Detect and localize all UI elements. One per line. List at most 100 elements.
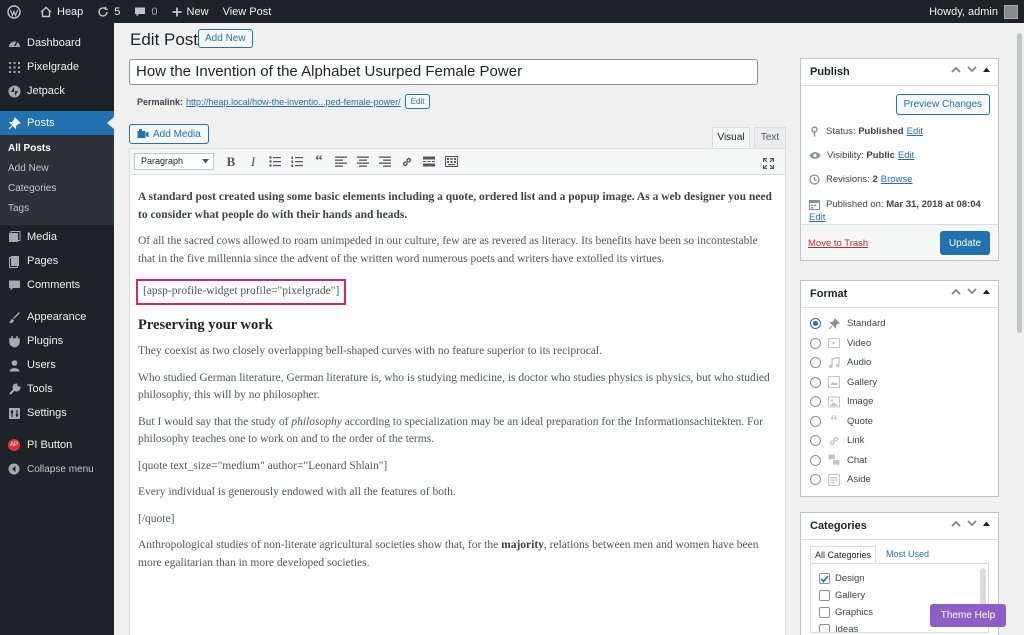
numbered-list-button[interactable]: [286, 152, 308, 172]
align-right-button[interactable]: [374, 152, 396, 172]
category-item-design[interactable]: Design: [819, 570, 988, 587]
category-checkbox[interactable]: [819, 590, 830, 601]
submenu-add-new[interactable]: Add New: [0, 159, 114, 179]
bold-text: majority: [501, 539, 544, 551]
editor-content[interactable]: A standard post created using some basic…: [130, 189, 785, 572]
updates-link[interactable]: 5: [90, 0, 127, 23]
keyboard-icon: [444, 156, 458, 167]
category-checkbox[interactable]: [819, 624, 830, 632]
new-content-link[interactable]: New: [165, 0, 216, 23]
pages-icon: [7, 254, 21, 268]
box-controls: [945, 520, 990, 527]
category-label: Gallery: [835, 590, 866, 601]
post-editor: Paragraph B I “ A standard post created …: [129, 148, 786, 635]
distraction-free-button[interactable]: [757, 153, 779, 173]
sidebar-item-pages[interactable]: Pages: [0, 249, 114, 273]
sidebar-item-media[interactable]: Media: [0, 225, 114, 249]
pin-icon: [7, 116, 21, 130]
scrollbar-thumb[interactable]: [1017, 33, 1022, 333]
sidebar-item-comments[interactable]: Comments: [0, 273, 114, 297]
submenu-categories[interactable]: Categories: [0, 179, 114, 199]
submenu-all-posts[interactable]: All Posts: [0, 139, 114, 159]
format-radio[interactable]: [810, 396, 821, 408]
sidebar-item-jetpack[interactable]: Jetpack: [0, 79, 114, 103]
add-media-button[interactable]: Add Media: [129, 124, 209, 144]
move-up-button[interactable]: [951, 520, 961, 527]
sidebar-item-settings[interactable]: Settings: [0, 401, 114, 425]
insert-link-button[interactable]: [396, 152, 418, 172]
format-option-chat[interactable]: Chat: [810, 451, 998, 471]
submenu-tags[interactable]: Tags: [0, 199, 114, 219]
category-checkbox[interactable]: [819, 573, 830, 584]
sidebar-item-plugins[interactable]: Plugins: [0, 329, 114, 353]
toggle-panel-button[interactable]: [983, 521, 990, 526]
move-down-button[interactable]: [967, 520, 977, 527]
format-radio[interactable]: [810, 337, 821, 349]
read-more-button[interactable]: [418, 152, 440, 172]
preview-changes-button[interactable]: Preview Changes: [895, 94, 990, 115]
published-edit-link[interactable]: Edit: [809, 211, 994, 224]
move-to-trash-link[interactable]: Move to Trash: [808, 238, 868, 249]
site-name-link[interactable]: Heap: [33, 0, 90, 23]
format-radio[interactable]: [810, 357, 821, 369]
format-option-audio[interactable]: Audio: [810, 353, 998, 373]
status-edit-link[interactable]: Edit: [907, 126, 923, 137]
sidebar-item-posts[interactable]: Posts: [0, 111, 114, 135]
sidebar-item-tools[interactable]: Tools: [0, 377, 114, 401]
move-down-button[interactable]: [967, 66, 977, 73]
bold-button[interactable]: B: [220, 152, 242, 172]
align-left-button[interactable]: [330, 152, 352, 172]
tab-visual[interactable]: Visual: [712, 127, 750, 148]
format-radio[interactable]: [810, 474, 821, 486]
collapse-menu-button[interactable]: Collapse menu: [0, 457, 114, 481]
format-option-standard[interactable]: Standard: [810, 314, 998, 334]
theme-help-button[interactable]: Theme Help: [930, 604, 1006, 627]
tab-all-categories[interactable]: All Categories: [810, 546, 877, 563]
format-option-video[interactable]: Video: [810, 334, 998, 354]
permalink-link[interactable]: http://heap.local/how-the-inventio...ped…: [186, 97, 401, 107]
paragraph-format-select[interactable]: Paragraph: [134, 153, 214, 170]
permalink-edit-button[interactable]: Edit: [404, 94, 431, 109]
update-button[interactable]: Update: [940, 231, 990, 255]
format-radio[interactable]: [810, 318, 821, 330]
format-radio[interactable]: [810, 376, 821, 388]
sidebar-item-appearance[interactable]: Appearance: [0, 305, 114, 329]
tab-text[interactable]: Text: [754, 127, 786, 148]
format-radio[interactable]: [810, 454, 821, 466]
sidebar-item-users[interactable]: Users: [0, 353, 114, 377]
tab-most-used[interactable]: Most Used: [882, 546, 933, 563]
format-option-link[interactable]: Link: [810, 431, 998, 451]
toggle-panel-button[interactable]: [983, 67, 990, 72]
format-radio[interactable]: [810, 415, 821, 427]
sidebar-item-dashboard[interactable]: Dashboard: [0, 31, 114, 55]
visibility-edit-link[interactable]: Edit: [898, 150, 914, 161]
format-option-aside[interactable]: Aside: [810, 470, 998, 490]
toolbar-toggle-button[interactable]: [440, 152, 462, 172]
category-item-gallery[interactable]: Gallery: [819, 587, 988, 604]
blockquote-button[interactable]: “: [308, 152, 330, 172]
move-down-button[interactable]: [967, 288, 977, 295]
sidebar-item-pixelgrade[interactable]: Pixelgrade: [0, 55, 114, 79]
align-center-button[interactable]: [352, 152, 374, 172]
wp-logo-button[interactable]: [0, 0, 33, 23]
format-option-image[interactable]: Image: [810, 392, 998, 412]
italic-button[interactable]: I: [242, 152, 264, 172]
account-menu[interactable]: Howdy, admin: [929, 4, 1024, 19]
format-radio[interactable]: [810, 435, 821, 447]
sidebar-item-pi-button[interactable]: AP PI Button: [0, 433, 114, 457]
sidebar-item-label: Comments: [27, 279, 81, 291]
comments-link[interactable]: 0: [127, 0, 164, 23]
category-checkbox[interactable]: [819, 607, 830, 618]
format-option-quote[interactable]: “ Quote: [810, 412, 998, 432]
bullet-list-button[interactable]: [264, 152, 286, 172]
page-scrollbar[interactable]: [1015, 23, 1024, 635]
toggle-panel-button[interactable]: [983, 289, 990, 294]
chevron-down-icon: [967, 288, 977, 295]
format-option-gallery[interactable]: Gallery: [810, 373, 998, 393]
view-post-link[interactable]: View Post: [216, 0, 279, 23]
add-new-button[interactable]: Add New: [198, 29, 253, 48]
move-up-button[interactable]: [951, 288, 961, 295]
post-title-input[interactable]: How the Invention of the Alphabet Usurpe…: [129, 59, 758, 85]
browse-revisions-link[interactable]: Browse: [881, 174, 913, 185]
move-up-button[interactable]: [951, 66, 961, 73]
